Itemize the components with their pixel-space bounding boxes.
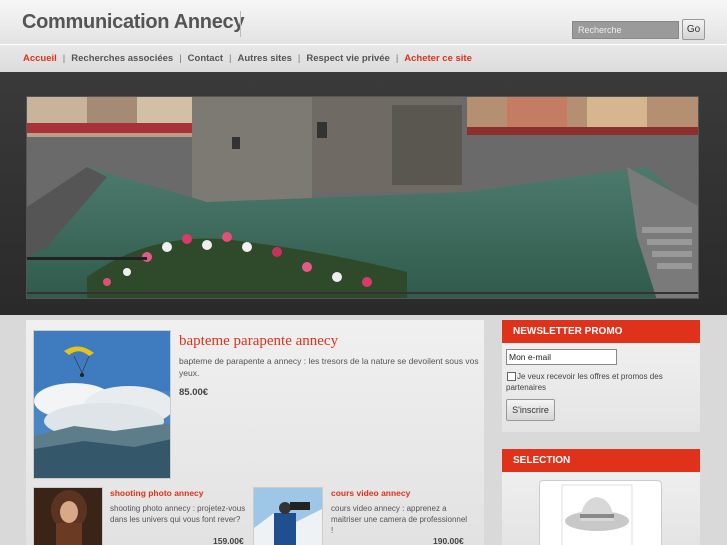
nav-item-recherches[interactable]: Recherches associées [71,53,173,64]
optin-checkbox[interactable] [507,372,516,381]
optin-label: Je veux recevoir les offres et promos de… [506,372,663,392]
newsletter-box: NEWSLETTER PROMO Je veux recevoir les of… [502,320,700,432]
header: Communication Annecy Go [0,0,727,44]
subscribe-button[interactable]: S'inscrire [506,399,555,421]
nav-item-vie-privee[interactable]: Respect vie privée [306,53,389,64]
selection-box: SELECTION [502,449,700,545]
site-title[interactable]: Communication Annecy [22,11,244,34]
nav-item-contact[interactable]: Contact [188,53,223,64]
product-price-video: 190.00€ [433,536,464,545]
product-title-shooting[interactable]: shooting photo annecy [110,488,204,498]
title-divider [240,11,241,37]
featured-product-title[interactable]: bapteme parapente annecy [179,333,338,350]
nav-item-autres-sites[interactable]: Autres sites [238,53,292,64]
banner-image [26,96,699,299]
nav-separator: | [179,53,182,64]
main-nav: Accueil | Recherches associées | Contact… [0,44,727,72]
email-field[interactable] [506,349,617,365]
banner-area [0,72,727,315]
nav-separator: | [62,53,66,64]
product-title-video[interactable]: cours video annecy [331,488,410,498]
product-panel: bapteme parapente annecy bapteme de para… [26,320,484,545]
nav-separator: | [229,53,232,64]
product-image-video[interactable] [253,487,323,545]
product-description-shooting: shooting photo annecy : projetez-vous da… [110,504,246,524]
selection-heading: SELECTION [502,449,700,472]
product-image-shooting[interactable] [33,487,103,545]
nav-separator: | [395,53,399,64]
featured-product-price: 85.00€ [179,387,209,398]
featured-product-description: bapteme de parapente a annecy : les tres… [179,356,479,378]
go-button[interactable]: Go [682,19,705,40]
nav-item-acheter[interactable]: Acheter ce site [404,53,472,64]
selection-product-card[interactable] [539,480,662,545]
newsletter-heading: NEWSLETTER PROMO [502,320,700,343]
nav-separator: | [297,53,301,64]
featured-product-image[interactable] [33,330,171,479]
search-input[interactable] [572,21,679,39]
product-price-shooting: 159.00€ [213,536,244,545]
product-description-video: cours video annecy : apprenez a maitrise… [331,504,468,535]
nav-item-accueil[interactable]: Accueil [23,53,57,64]
